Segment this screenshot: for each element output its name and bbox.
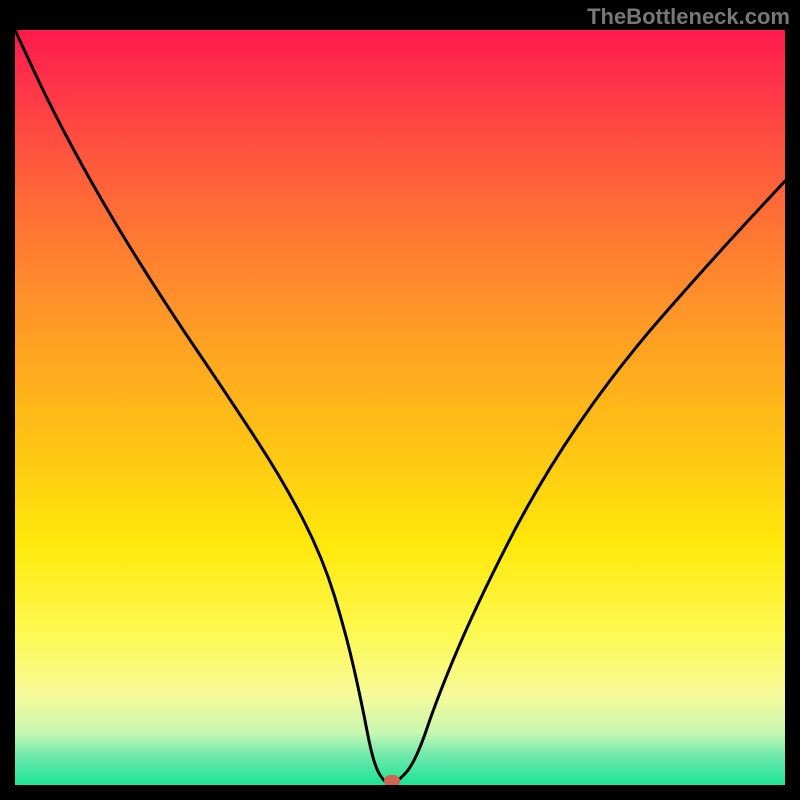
plot-area: [15, 30, 785, 785]
watermark-text: TheBottleneck.com: [587, 4, 790, 30]
curve-svg: [15, 30, 785, 785]
bottleneck-curve: [15, 30, 785, 783]
chart-container: TheBottleneck.com: [0, 0, 800, 800]
optimal-marker: [384, 775, 400, 785]
